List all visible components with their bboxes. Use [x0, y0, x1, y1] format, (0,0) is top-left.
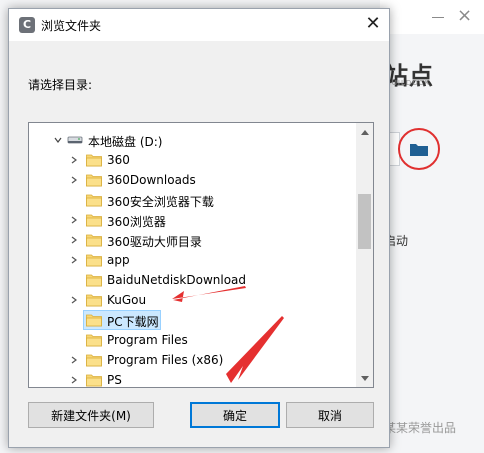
chevron-right-icon[interactable] [69, 295, 79, 305]
tree-item-label: app [107, 253, 130, 267]
close-button[interactable]: ✕ [359, 13, 387, 37]
folder-icon [86, 273, 102, 287]
tree-item-label: PS [107, 373, 122, 387]
tree-item-label: PC下载网 [107, 315, 159, 329]
tree-row[interactable]: 360Downloads [29, 170, 358, 190]
chevron-right-icon[interactable] [69, 155, 79, 165]
tree-row[interactable]: Program Files [29, 330, 358, 350]
tree-row-drive[interactable]: 本地磁盘 (D:) [29, 130, 358, 150]
tree-row[interactable]: 360浏览器 [29, 210, 358, 230]
tree-row[interactable]: 360安全浏览器下载 [29, 190, 358, 210]
folder-icon [86, 313, 102, 327]
chevron-right-icon[interactable] [69, 375, 79, 385]
folder-icon [86, 173, 102, 187]
chevron-right-icon[interactable] [69, 175, 79, 185]
directory-prompt: 请选择目录: [28, 78, 93, 92]
app-icon: C [19, 17, 35, 33]
drive-icon [67, 136, 83, 144]
tree-item-label: 360Downloads [107, 173, 196, 187]
tree-item-label: 360驱动大师目录 [107, 235, 202, 249]
chevron-right-icon[interactable] [69, 235, 79, 245]
dialog-title: 浏览文件夹 [41, 19, 102, 33]
folder-icon [86, 213, 102, 227]
chevron-right-icon[interactable] [69, 215, 79, 225]
tree-row[interactable]: Program Files (x86) [29, 350, 358, 370]
tree-row[interactable]: 360 [29, 150, 358, 170]
ok-button[interactable]: 确定 [190, 402, 280, 428]
tree-item-label: KuGou [107, 293, 147, 307]
scroll-down-arrow-icon[interactable] [356, 370, 373, 387]
cancel-button[interactable]: 取消 [286, 402, 374, 428]
close-icon[interactable]: × [457, 7, 472, 25]
browse-folder-button[interactable] [398, 128, 440, 170]
tree-item-label: 360安全浏览器下载 [107, 195, 214, 209]
tree-row[interactable]: 360驱动大师目录 [29, 230, 358, 250]
tree-item-label: BaiduNetdiskDownload [107, 273, 247, 287]
tree-label-drive: 本地磁盘 (D:) [88, 135, 163, 149]
folder-icon [86, 373, 102, 387]
background-logo-sub: BUILDOCK [386, 79, 431, 87]
tree-item-label: Program Files [107, 333, 188, 347]
new-folder-button[interactable]: 新建文件夹(M) [28, 402, 154, 428]
folder-icon [410, 144, 428, 156]
folder-icon [86, 233, 102, 247]
folder-tree[interactable]: 本地磁盘 (D:) 360 360Downloads 360安全浏览器下载 360浏览… [28, 122, 374, 388]
chevron-right-icon[interactable] [69, 355, 79, 365]
tree-row[interactable]: BaiduNetdiskDownload [29, 270, 358, 290]
chevron-down-icon[interactable] [53, 135, 63, 145]
tree-row[interactable]: KuGou [29, 290, 358, 310]
folder-icon [86, 193, 102, 207]
chevron-right-icon[interactable] [69, 255, 79, 265]
tree-item-label: 360 [107, 153, 130, 167]
tree-item-label: 360浏览器 [107, 215, 166, 229]
tree-item-label: Program Files (x86) [107, 353, 224, 367]
footer-text: 某某荣誉出品 [384, 421, 457, 435]
folder-icon [86, 153, 102, 167]
tree-scrollbar[interactable] [356, 123, 373, 387]
tree-row[interactable]: app [29, 250, 358, 270]
tree-row[interactable]: PC下载网 [29, 310, 358, 330]
scroll-thumb[interactable] [358, 194, 371, 249]
tree-row[interactable]: PS [29, 370, 358, 387]
scroll-up-arrow-icon[interactable] [356, 123, 373, 140]
minimize-icon[interactable] [431, 10, 445, 24]
folder-icon [86, 353, 102, 367]
folder-icon [86, 293, 102, 307]
folder-icon [86, 253, 102, 267]
folder-icon [86, 333, 102, 347]
browse-folder-dialog: C 浏览文件夹 ✕ 请选择目录: 本地磁盘 (D:) 360 360Downloa… [8, 8, 390, 448]
dialog-titlebar: C 浏览文件夹 ✕ [9, 9, 389, 41]
